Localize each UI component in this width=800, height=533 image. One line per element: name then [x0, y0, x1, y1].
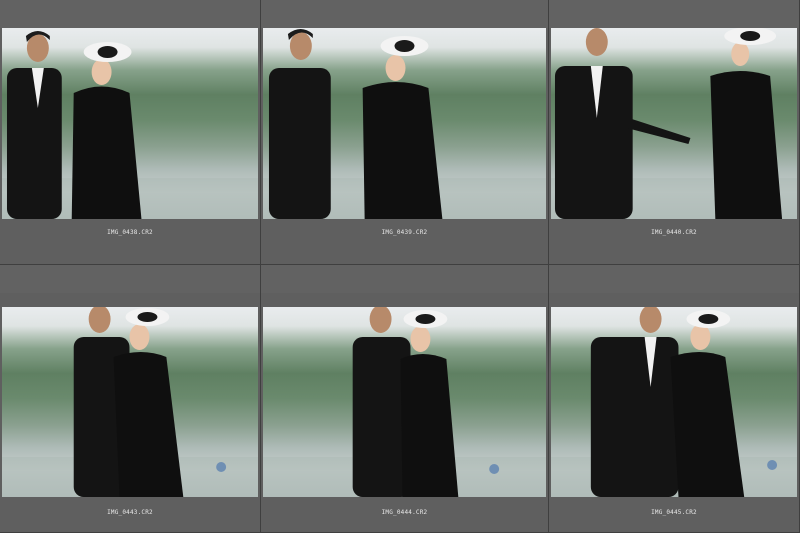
cell-header: [261, 265, 548, 293]
thumbnail-cell[interactable]: IMG_0440.CR2: [549, 0, 800, 265]
thumbnail-cell[interactable]: IMG_0439.CR2: [261, 0, 549, 265]
cell-header: [0, 0, 260, 28]
cell-header: [261, 0, 548, 28]
photo-thumbnail[interactable]: [263, 307, 546, 497]
photo-thumbnail[interactable]: [2, 307, 258, 497]
thumbnail-filename: IMG_0443.CR2: [107, 509, 153, 516]
cell-header: [0, 265, 260, 293]
photo-illustration: [551, 307, 797, 497]
thumbnail-filename: IMG_0438.CR2: [107, 229, 153, 236]
photo-illustration: [263, 29, 546, 219]
thumbnail-grid: IMG_0438.CR2 IMG_0439.CR2 IMG_0440.CR2 I…: [0, 0, 800, 533]
thumbnail-filename: IMG_0445.CR2: [651, 509, 697, 516]
photo-illustration: [2, 31, 258, 219]
photo-thumbnail[interactable]: [2, 28, 258, 219]
thumbnail-filename: IMG_0444.CR2: [381, 509, 428, 516]
cell-header: [549, 0, 799, 28]
thumbnail-filename: IMG_0439.CR2: [381, 229, 428, 236]
photo-illustration: [551, 28, 797, 219]
cell-header: [549, 265, 799, 293]
photo-illustration: [263, 307, 546, 497]
thumbnail-cell[interactable]: IMG_0445.CR2: [549, 265, 800, 533]
photo-thumbnail[interactable]: [551, 28, 797, 219]
thumbnail-cell[interactable]: IMG_0438.CR2: [0, 0, 261, 265]
photo-thumbnail[interactable]: [263, 28, 546, 219]
photo-thumbnail[interactable]: [551, 307, 797, 497]
thumbnail-cell[interactable]: IMG_0444.CR2: [261, 265, 549, 533]
photo-illustration: [2, 307, 258, 497]
thumbnail-filename: IMG_0440.CR2: [651, 229, 697, 236]
thumbnail-cell[interactable]: IMG_0443.CR2: [0, 265, 261, 533]
